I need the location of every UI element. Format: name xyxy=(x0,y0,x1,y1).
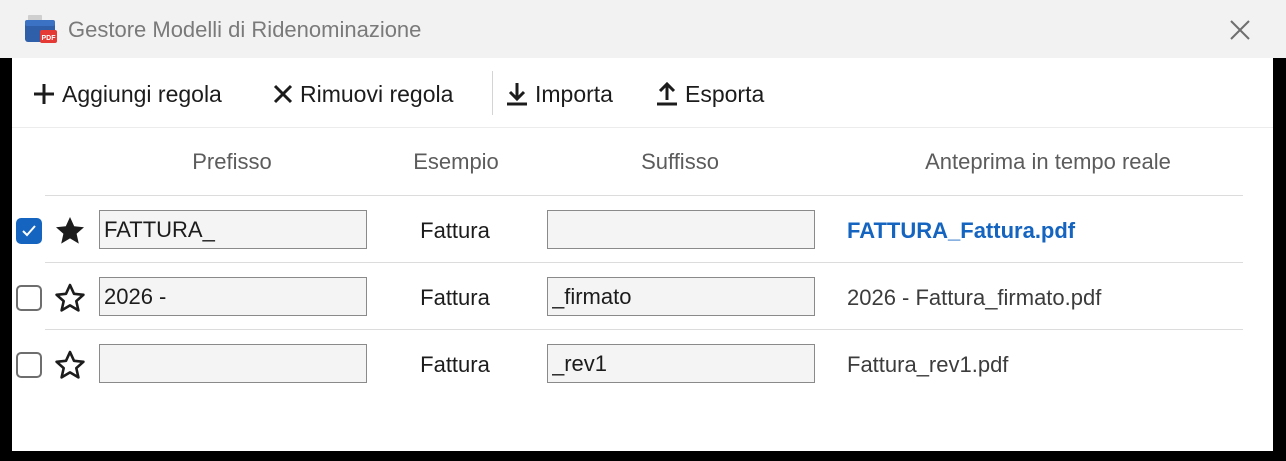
preview-text: Fattura_rev1.pdf xyxy=(847,352,1009,377)
suffix-input[interactable] xyxy=(547,210,815,249)
title-bar: PDF Gestore Modelli di Ridenominazione xyxy=(0,0,1286,58)
plus-icon xyxy=(34,84,54,104)
header-suffix: Suffisso xyxy=(641,149,719,174)
add-rule-label: Aggiungi regola xyxy=(62,80,222,107)
example-text: Fattura xyxy=(420,285,490,310)
export-button[interactable]: Esporta xyxy=(655,76,764,112)
preview-text: 2026 - Fattura_firmato.pdf xyxy=(847,285,1102,310)
example-text: Fattura xyxy=(420,352,490,377)
row-checkbox[interactable] xyxy=(16,285,42,311)
checkmark-icon xyxy=(22,225,36,237)
remove-rule-label: Rimuovi regola xyxy=(300,80,454,107)
svg-text:PDF: PDF xyxy=(42,35,57,42)
remove-rule-button[interactable]: Rimuovi regola xyxy=(272,76,453,112)
table-row: Fattura 2026 - Fattura_firmato.pdf xyxy=(12,263,1273,330)
prefix-input[interactable] xyxy=(99,277,367,316)
dialog-content: Aggiungi regola Rimuovi regola Importa E… xyxy=(12,58,1273,451)
table-row: Fattura FATTURA_Fattura.pdf xyxy=(12,196,1273,263)
star-outline-icon[interactable] xyxy=(54,349,86,381)
export-label: Esporta xyxy=(685,80,765,107)
star-filled-icon[interactable] xyxy=(54,215,86,247)
x-icon xyxy=(273,84,293,104)
header-example: Esempio xyxy=(413,149,499,174)
preview-text: FATTURA_Fattura.pdf xyxy=(847,218,1076,243)
pdf-app-icon: PDF xyxy=(25,15,57,43)
star-outline-icon[interactable] xyxy=(54,282,86,314)
rename-template-manager-window: PDF Gestore Modelli di Ridenominazione A… xyxy=(0,0,1286,461)
table-row: Fattura Fattura_rev1.pdf xyxy=(12,330,1273,397)
suffix-input[interactable] xyxy=(547,344,815,383)
header-preview: Anteprima in tempo reale xyxy=(925,149,1171,174)
toolbar-separator xyxy=(492,71,493,115)
window-title: Gestore Modelli di Ridenominazione xyxy=(68,17,422,42)
example-text: Fattura xyxy=(420,218,490,243)
upload-icon xyxy=(657,81,677,106)
header-prefix: Prefisso xyxy=(192,149,272,174)
toolbar: Aggiungi regola Rimuovi regola Importa E… xyxy=(12,58,1273,128)
import-button[interactable]: Importa xyxy=(505,76,613,112)
suffix-input[interactable] xyxy=(547,277,815,316)
row-checkbox[interactable] xyxy=(16,218,42,244)
prefix-input[interactable] xyxy=(99,210,367,249)
close-icon[interactable] xyxy=(1222,12,1258,48)
import-label: Importa xyxy=(535,80,613,107)
add-rule-button[interactable]: Aggiungi regola xyxy=(32,76,222,112)
prefix-input[interactable] xyxy=(99,344,367,383)
download-icon xyxy=(507,83,527,106)
row-checkbox[interactable] xyxy=(16,352,42,378)
